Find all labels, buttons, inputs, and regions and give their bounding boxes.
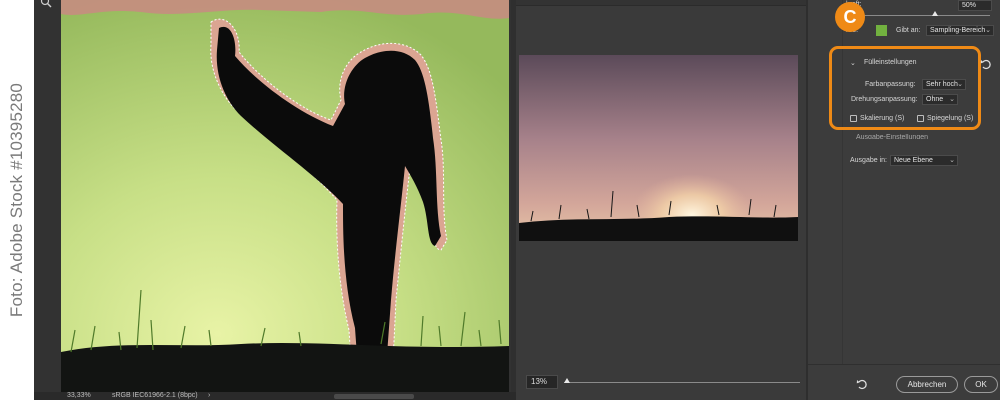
reset-fill-settings-icon[interactable]: [980, 58, 992, 70]
opacity-slider[interactable]: [846, 11, 990, 16]
color-adapt-label: Farbanpassung:: [865, 81, 916, 88]
photo-credit: Foto: Adobe Stock #10395280: [7, 82, 26, 318]
preview-canvas[interactable]: [519, 55, 798, 241]
status-bar: 33,33% sRGB IEC61966-2.1 (8bpc) ›: [34, 392, 516, 400]
output-dropdown[interactable]: Neue Ebene ⌄: [890, 155, 958, 166]
callout-badge: C: [835, 2, 865, 32]
dropdown-value: Ohne: [926, 96, 944, 103]
mirror-label: Spiegelung (S): [927, 115, 974, 122]
opacity-field[interactable]: 50%: [958, 0, 992, 11]
ok-button[interactable]: OK: [964, 376, 998, 393]
sampling-area-dropdown[interactable]: Sampling-Bereich ⌄: [926, 25, 994, 36]
cancel-button[interactable]: Abbrechen: [896, 376, 958, 393]
reset-all-icon[interactable]: [856, 378, 868, 390]
preview-zoom-row: 13%: [516, 370, 808, 394]
rotation-adapt-label: Drehungsanpassung:: [851, 96, 918, 103]
sampling-preview-panel: 33,33% sRGB IEC61966-2.1 (8bpc) ›: [34, 0, 516, 400]
sample-indicates-label: Gibt an:: [896, 27, 921, 34]
footer-divider: [808, 364, 1000, 365]
color-profile-text: sRGB IEC61966-2.1 (8bpc): [112, 392, 198, 399]
mirror-checkbox[interactable]: [917, 115, 924, 122]
scale-checkbox[interactable]: [850, 115, 857, 122]
opacity-slider-thumb[interactable]: [932, 11, 938, 16]
chevron-down-icon: ⌄: [949, 157, 955, 164]
overlay-color-swatch[interactable]: [876, 25, 887, 36]
section-chevron-icon[interactable]: ⌄: [850, 59, 856, 67]
preview-zoom-slider[interactable]: [564, 378, 800, 383]
content-aware-fill-settings-panel: kraft: 50% rbe: Gibt an: Sampling-Bereic…: [808, 0, 1000, 400]
credit-strip: Foto: Adobe Stock #10395280: [0, 0, 34, 400]
output-settings-heading[interactable]: Ausgabe-Einstellungen: [856, 134, 928, 139]
chevron-down-icon: ⌄: [949, 96, 955, 103]
chevron-down-icon: ⌄: [985, 27, 991, 34]
scale-label: Skalierung (S): [860, 115, 905, 122]
status-more-icon[interactable]: ›: [208, 392, 210, 400]
fill-settings-heading[interactable]: Fülleinstellungen: [864, 59, 917, 66]
rotation-adapt-dropdown[interactable]: Ohne ⌄: [922, 94, 958, 105]
preview-zoom-field[interactable]: 13%: [526, 375, 558, 389]
source-canvas[interactable]: [61, 0, 509, 393]
panel-divider: [516, 0, 808, 6]
chevron-down-icon: ⌄: [957, 81, 963, 88]
dropdown-value: Neue Ebene: [894, 157, 933, 164]
color-adapt-dropdown[interactable]: Sehr hoch ⌄: [922, 79, 966, 90]
content-aware-fill-workspace: 33,33% sRGB IEC61966-2.1 (8bpc) › 13% 50…: [34, 0, 1000, 400]
dropdown-value: Sehr hoch: [926, 81, 958, 88]
zoom-status-text: 33,33%: [67, 392, 91, 399]
output-to-label: Ausgabe in:: [850, 157, 887, 164]
dropdown-value: Sampling-Bereich: [930, 27, 986, 34]
zoom-tool-icon[interactable]: [40, 0, 54, 10]
result-preview-panel: 13%: [516, 0, 808, 400]
horizontal-scrollbar[interactable]: [334, 394, 414, 399]
zoom-slider-thumb[interactable]: [564, 378, 570, 383]
